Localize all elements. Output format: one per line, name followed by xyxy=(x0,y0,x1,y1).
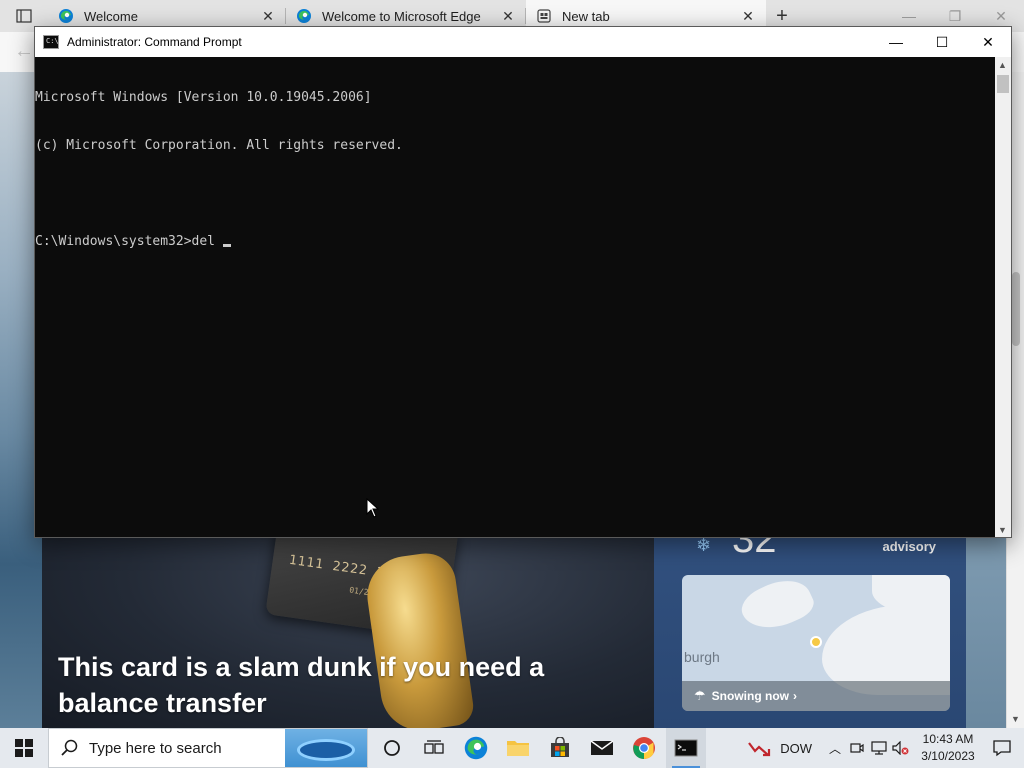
weather-status: Snowing now xyxy=(711,689,789,703)
cmd-minimize-button[interactable]: — xyxy=(873,27,919,57)
cmd-close-button[interactable]: ✕ xyxy=(965,27,1011,57)
cmd-scrollbar[interactable]: ▲ ▼ xyxy=(995,57,1011,537)
notifications-button[interactable] xyxy=(980,728,1024,768)
scrollbar-thumb[interactable] xyxy=(1012,272,1020,346)
notification-icon xyxy=(993,740,1011,757)
weather-advisory[interactable]: advisory xyxy=(883,539,936,554)
news-headline[interactable]: This card is a slam dunk if you need a b… xyxy=(58,649,648,721)
search-placeholder: Type here to search xyxy=(89,739,222,757)
start-button[interactable] xyxy=(0,728,48,768)
close-tab-icon[interactable]: ✕ xyxy=(740,8,756,24)
taskbar-search[interactable]: Type here to search xyxy=(48,728,368,768)
network-button[interactable] xyxy=(868,728,890,768)
tab-label: Welcome to Microsoft Edge xyxy=(322,8,481,24)
scrollbar-thumb[interactable] xyxy=(997,75,1009,93)
cortana-button[interactable] xyxy=(372,728,412,768)
chrome-button[interactable] xyxy=(624,728,664,768)
cmd-maximize-button[interactable]: ☐ xyxy=(919,27,965,57)
command-prompt-window[interactable]: C:\ Administrator: Command Prompt — ☐ ✕ … xyxy=(34,26,1012,538)
windows-logo-icon xyxy=(15,739,33,757)
cmd-window-controls: — ☐ ✕ xyxy=(873,27,1011,57)
weather-status-bar[interactable]: ☂ Snowing now › xyxy=(682,681,950,711)
tab-label: Welcome xyxy=(84,8,138,24)
cmd-title-bar[interactable]: C:\ Administrator: Command Prompt — ☐ ✕ xyxy=(35,27,1011,57)
mouse-pointer-icon xyxy=(366,498,380,518)
show-hidden-icons-button[interactable]: ︿ xyxy=(824,728,846,768)
search-highlight-ring xyxy=(297,739,355,761)
search-highlight-image xyxy=(285,729,367,767)
file-explorer-icon xyxy=(507,741,529,756)
clock-time: 10:43 AM xyxy=(922,732,974,746)
close-tab-icon[interactable]: ✕ xyxy=(260,8,276,24)
task-view-icon xyxy=(424,740,444,754)
meet-now-button[interactable] xyxy=(846,728,868,768)
task-view-button[interactable] xyxy=(414,728,454,768)
scroll-down-icon[interactable]: ▼ xyxy=(1011,714,1020,724)
stock-label: DOW xyxy=(780,740,812,756)
console-prompt-line[interactable]: C:\Windows\system32>del xyxy=(35,234,995,250)
back-arrow-icon[interactable]: ← xyxy=(14,40,34,63)
newtab-page-icon xyxy=(537,9,551,23)
command-prompt-taskbar-button[interactable] xyxy=(666,728,706,768)
window-title: Administrator: Command Prompt xyxy=(67,35,242,49)
cortana-icon xyxy=(384,740,400,756)
clock-date: 3/10/2023 xyxy=(921,749,975,763)
console-line: Microsoft Windows [Version 10.0.19045.20… xyxy=(35,90,372,105)
snow-icon: ❄ xyxy=(696,537,712,555)
map-city-label: burgh xyxy=(684,649,720,665)
location-marker xyxy=(810,636,822,648)
umbrella-icon: ☂ xyxy=(694,688,706,703)
stock-down-icon xyxy=(748,742,771,757)
command-prompt-icon xyxy=(674,739,698,757)
tab-actions-icon xyxy=(16,9,32,23)
chevron-right-icon: › xyxy=(792,689,797,703)
taskbar: Type here to search DOW ︿ 10:43 AM 3/10/… xyxy=(0,728,1024,768)
stock-widget[interactable]: DOW xyxy=(748,739,812,757)
scroll-down-icon[interactable]: ▼ xyxy=(998,525,1007,535)
edge-icon xyxy=(464,736,488,760)
meet-now-icon xyxy=(850,743,864,753)
news-card[interactable]: 1111 2222 3333 444 01/27 This card is a … xyxy=(42,537,654,728)
mail-icon xyxy=(590,740,614,755)
volume-muted-icon xyxy=(892,741,909,755)
console-prompt: C:\Windows\system32>del xyxy=(35,234,223,249)
search-icon xyxy=(61,739,78,756)
network-icon xyxy=(871,741,887,755)
store-icon xyxy=(551,737,569,757)
map-land xyxy=(735,575,819,640)
edge-icon xyxy=(59,9,73,23)
console-line: (c) Microsoft Corporation. All rights re… xyxy=(35,138,403,153)
taskbar-clock[interactable]: 10:43 AM 3/10/2023 xyxy=(916,731,980,765)
system-tray: DOW ︿ 10:43 AM 3/10/2023 xyxy=(748,728,1024,768)
edge-taskbar-button[interactable] xyxy=(456,728,496,768)
chrome-icon xyxy=(633,737,655,759)
mail-button[interactable] xyxy=(582,728,622,768)
text-cursor xyxy=(222,244,231,247)
file-explorer-button[interactable] xyxy=(498,728,538,768)
tab-label: New tab xyxy=(562,8,610,24)
weather-temperature: 32 xyxy=(732,537,777,561)
weather-map[interactable]: burgh ☂ Snowing now › xyxy=(682,575,950,711)
store-button[interactable] xyxy=(540,728,580,768)
scroll-up-icon[interactable]: ▲ xyxy=(998,60,1007,70)
command-prompt-icon: C:\ xyxy=(43,35,59,49)
volume-button[interactable] xyxy=(890,728,912,768)
console-output[interactable]: Microsoft Windows [Version 10.0.19045.20… xyxy=(35,57,995,537)
edge-icon xyxy=(297,9,311,23)
weather-card[interactable]: ❄ 32 advisory burgh ☂ Snowing now › xyxy=(654,537,966,728)
close-tab-icon[interactable]: ✕ xyxy=(500,8,516,24)
cmd-icon-text: C:\ xyxy=(46,37,59,45)
chevron-up-icon: ︿ xyxy=(828,741,841,756)
